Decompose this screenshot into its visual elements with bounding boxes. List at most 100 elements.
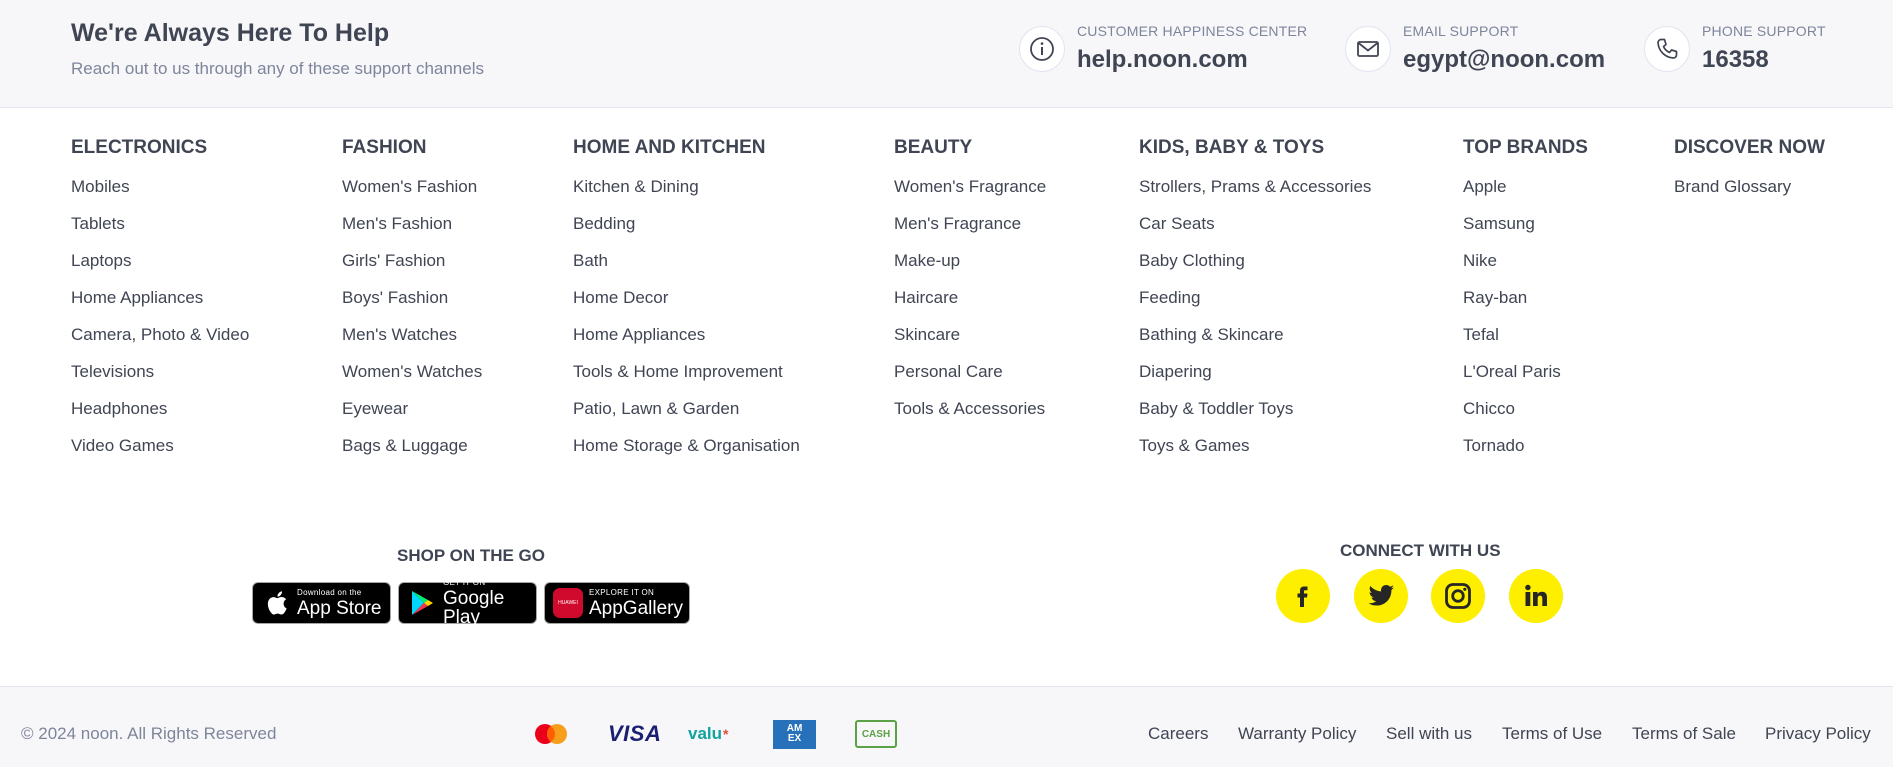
footer-link[interactable]: Eyewear <box>342 399 482 436</box>
huawei-appgallery-icon: HUAWEI <box>553 588 583 618</box>
footer-link[interactable]: Car Seats <box>1139 214 1371 251</box>
footer-link[interactable]: Tools & Home Improvement <box>573 362 800 399</box>
google-play-icon <box>407 588 437 618</box>
footer-link[interactable]: Camera, Photo & Video <box>71 325 249 362</box>
valu-logo: valu * <box>688 719 728 749</box>
column-heading[interactable]: KIDS, BABY & TOYS <box>1139 137 1371 163</box>
footer-link[interactable]: Men's Fashion <box>342 214 482 251</box>
mastercard-icon <box>532 719 570 749</box>
footer-link[interactable]: Headphones <box>71 399 249 436</box>
footer-link-careers[interactable]: Careers <box>1148 724 1208 744</box>
footer-link[interactable]: Baby Clothing <box>1139 251 1371 288</box>
footer-link[interactable]: Home Appliances <box>573 325 800 362</box>
mail-icon <box>1345 26 1391 72</box>
column-heading[interactable]: BEAUTY <box>894 137 1046 163</box>
footer-link[interactable]: Women's Fashion <box>342 177 482 214</box>
footer-link[interactable]: Home Storage & Organisation <box>573 436 800 473</box>
footer-link[interactable]: Bathing & Skincare <box>1139 325 1371 362</box>
footer-link[interactable]: Video Games <box>71 436 249 473</box>
footer-link[interactable]: Patio, Lawn & Garden <box>573 399 800 436</box>
shop-on-the-go-heading: SHOP ON THE GO <box>397 546 545 565</box>
facebook-icon[interactable] <box>1276 569 1330 623</box>
column-heading[interactable]: HOME AND KITCHEN <box>573 137 800 163</box>
footer-link[interactable]: Feeding <box>1139 288 1371 325</box>
huawei-icon-text: HUAWEI <box>558 600 578 606</box>
footer-link[interactable]: Tools & Accessories <box>894 399 1046 436</box>
badge-small-text: EXPLORE IT ON <box>589 587 655 597</box>
footer-link[interactable]: Personal Care <box>894 362 1046 399</box>
footer-link-terms-of-sale[interactable]: Terms of Sale <box>1632 724 1736 744</box>
footer-link[interactable]: Tefal <box>1463 325 1588 362</box>
footer-link[interactable]: Baby & Toddler Toys <box>1139 399 1371 436</box>
footer-link[interactable]: Home Appliances <box>71 288 249 325</box>
valu-text: valu <box>688 724 723 743</box>
footer-link[interactable]: Women's Watches <box>342 362 482 399</box>
footer-link[interactable]: Bags & Luggage <box>342 436 482 473</box>
amex-text: AM EX <box>786 723 803 744</box>
channel-value[interactable]: help.noon.com <box>1077 46 1248 74</box>
badge-small-text: GET IT ON <box>443 578 486 587</box>
badge-small-text: Download on the <box>297 587 362 597</box>
channel-label: CUSTOMER HAPPINESS CENTER <box>1077 23 1308 39</box>
footer-link[interactable]: Bath <box>573 251 800 288</box>
column-fashion: FASHION Women's Fashion Men's Fashion Gi… <box>342 137 482 473</box>
app-store-badge[interactable]: Download on the App Store <box>252 582 391 624</box>
footer-link[interactable]: Apple <box>1463 177 1588 214</box>
footer-link[interactable]: Chicco <box>1463 399 1588 436</box>
info-icon <box>1019 26 1065 72</box>
footer-link[interactable]: Laptops <box>71 251 249 288</box>
visa-logo: VISA <box>608 719 661 749</box>
footer-link[interactable]: Toys & Games <box>1139 436 1371 473</box>
cash-text: CASH <box>861 728 891 740</box>
footer-link[interactable]: Televisions <box>71 362 249 399</box>
valu-asterisk: * <box>723 726 729 742</box>
footer-link[interactable]: L'Oreal Paris <box>1463 362 1588 399</box>
footer-link-warranty-policy[interactable]: Warranty Policy <box>1238 724 1356 744</box>
column-heading[interactable]: TOP BRANDS <box>1463 137 1588 163</box>
footer-link[interactable]: Brand Glossary <box>1674 177 1825 214</box>
column-discover-now: DISCOVER NOW Brand Glossary <box>1674 137 1825 214</box>
channel-value[interactable]: 16358 <box>1702 46 1769 74</box>
connect-with-us-heading: CONNECT WITH US <box>1340 541 1501 560</box>
google-play-badge[interactable]: GET IT ON Google Play <box>398 578 537 628</box>
footer-link-terms-of-use[interactable]: Terms of Use <box>1502 724 1602 744</box>
column-electronics: ELECTRONICS Mobiles Tablets Laptops Home… <box>71 137 249 473</box>
column-heading[interactable]: DISCOVER NOW <box>1674 137 1825 163</box>
linkedin-icon[interactable] <box>1509 569 1563 623</box>
footer-link[interactable]: Mobiles <box>71 177 249 214</box>
footer-link[interactable]: Home Decor <box>573 288 800 325</box>
footer-link-sell-with-us[interactable]: Sell with us <box>1386 724 1472 744</box>
footer-link[interactable]: Boys' Fashion <box>342 288 482 325</box>
badge-big-text: Google Play <box>443 588 505 628</box>
footer-link[interactable]: Women's Fragrance <box>894 177 1046 214</box>
channel-value[interactable]: egypt@noon.com <box>1403 46 1605 74</box>
footer-link[interactable]: Skincare <box>894 325 1046 362</box>
appgallery-badge[interactable]: HUAWEI EXPLORE IT ON AppGallery <box>544 582 690 624</box>
footer-link[interactable]: Men's Watches <box>342 325 482 362</box>
amex-logo: AM EX <box>773 719 816 749</box>
instagram-icon[interactable] <box>1431 569 1485 623</box>
footer-link[interactable]: Kitchen & Dining <box>573 177 800 214</box>
badge-big-text: AppGallery <box>589 597 683 619</box>
footer-link[interactable]: Haircare <box>894 288 1046 325</box>
footer-link[interactable]: Diapering <box>1139 362 1371 399</box>
column-heading[interactable]: ELECTRONICS <box>71 137 249 163</box>
footer-link-columns: ELECTRONICS Mobiles Tablets Laptops Home… <box>0 108 1893 508</box>
footer-link[interactable]: Men's Fragrance <box>894 214 1046 251</box>
footer-link[interactable]: Strollers, Prams & Accessories <box>1139 177 1371 214</box>
visa-text: VISA <box>608 721 662 746</box>
footer-link[interactable]: Girls' Fashion <box>342 251 482 288</box>
footer-link[interactable]: Make-up <box>894 251 1046 288</box>
twitter-icon[interactable] <box>1354 569 1408 623</box>
footer-link[interactable]: Ray-ban <box>1463 288 1588 325</box>
footer-link[interactable]: Tablets <box>71 214 249 251</box>
column-heading[interactable]: FASHION <box>342 137 482 163</box>
footer-link[interactable]: Bedding <box>573 214 800 251</box>
footer-link[interactable]: Tornado <box>1463 436 1588 473</box>
footer-link[interactable]: Samsung <box>1463 214 1588 251</box>
column-home-and-kitchen: HOME AND KITCHEN Kitchen & Dining Beddin… <box>573 137 800 473</box>
column-kids-baby-toys: KIDS, BABY & TOYS Strollers, Prams & Acc… <box>1139 137 1371 473</box>
footer-link[interactable]: Nike <box>1463 251 1588 288</box>
apple-icon <box>261 588 291 618</box>
footer-link-privacy-policy[interactable]: Privacy Policy <box>1765 724 1871 744</box>
